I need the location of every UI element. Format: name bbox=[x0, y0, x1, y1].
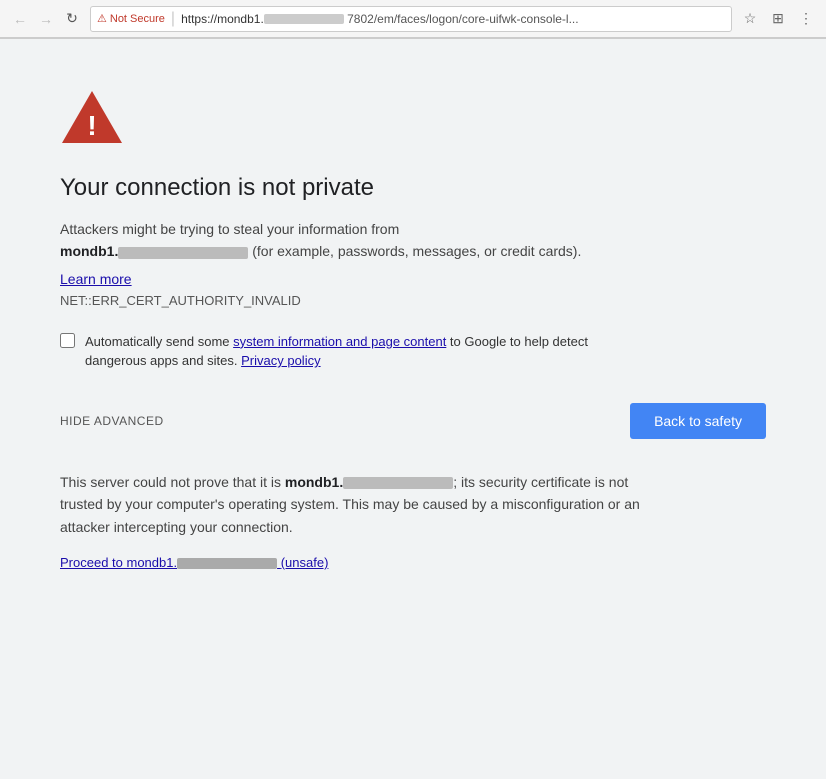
advanced-description: This server could not prove that it is m… bbox=[60, 471, 640, 538]
warning-triangle-graphic: ! bbox=[60, 89, 124, 145]
address-path: 7802/em/faces/logon/core-uifwk-console-l… bbox=[347, 12, 578, 26]
description-line2: (for example, passwords, messages, or cr… bbox=[252, 243, 581, 259]
advanced-hostname: mondb1. bbox=[285, 474, 453, 490]
not-secure-label: Not Secure bbox=[110, 13, 165, 25]
page-heading: Your connection is not private bbox=[60, 174, 766, 202]
security-warning: ⚠ Not Secure bbox=[97, 12, 165, 25]
forward-button[interactable]: → bbox=[34, 7, 58, 31]
page-content: ! Your connection is not private Attacke… bbox=[0, 39, 826, 779]
address-bar[interactable]: ⚠ Not Secure | https://mondb1. 7802/em/f… bbox=[90, 6, 732, 32]
error-code: NET::ERR_CERT_AUTHORITY_INVALID bbox=[60, 293, 766, 308]
bookmark-star-button[interactable]: ☆ bbox=[738, 7, 762, 31]
checkbox-label: Automatically send some system informati… bbox=[85, 332, 640, 371]
warning-triangle-icon: ⚠ bbox=[97, 12, 107, 25]
address-text: https://mondb1. 7802/em/faces/logon/core… bbox=[181, 12, 725, 26]
reload-button[interactable]: ↻ bbox=[60, 7, 84, 31]
system-info-link[interactable]: system information and page content bbox=[233, 334, 446, 349]
advanced-text-pre: This server could not prove that it is bbox=[60, 474, 285, 490]
actions-row: HIDE ADVANCED Back to safety bbox=[60, 403, 766, 439]
proceed-blurred bbox=[177, 558, 277, 569]
extension-button[interactable]: ⊞ bbox=[766, 7, 790, 31]
browser-chrome: ← → ↻ ⚠ Not Secure | https://mondb1. 780… bbox=[0, 0, 826, 39]
checkbox-text-before: Automatically send some bbox=[85, 334, 233, 349]
nav-buttons: ← → ↻ bbox=[8, 7, 84, 31]
proceed-link[interactable]: Proceed to mondb1. (unsafe) bbox=[60, 555, 328, 570]
proceed-suffix: (unsafe) bbox=[281, 555, 329, 570]
learn-more-link[interactable]: Learn more bbox=[60, 271, 766, 287]
send-info-checkbox[interactable] bbox=[60, 333, 75, 348]
toolbar-icons: ☆ ⊞ ⋮ bbox=[738, 7, 818, 31]
address-separator: | bbox=[171, 10, 175, 28]
back-button[interactable]: ← bbox=[8, 7, 32, 31]
browser-toolbar: ← → ↻ ⚠ Not Secure | https://mondb1. 780… bbox=[0, 0, 826, 38]
hostname-label: mondb1. bbox=[60, 243, 248, 259]
address-domain: https://mondb1. bbox=[181, 12, 344, 26]
checkbox-row: Automatically send some system informati… bbox=[60, 332, 640, 371]
privacy-policy-link[interactable]: Privacy policy bbox=[241, 353, 320, 368]
hide-advanced-button[interactable]: HIDE ADVANCED bbox=[60, 414, 164, 428]
description-line1: Attackers might be trying to steal your … bbox=[60, 221, 399, 237]
svg-text:!: ! bbox=[87, 110, 96, 141]
back-to-safety-button[interactable]: Back to safety bbox=[630, 403, 766, 439]
description-text: Attackers might be trying to steal your … bbox=[60, 218, 640, 263]
proceed-prefix: Proceed to mondb1. bbox=[60, 555, 177, 570]
menu-button[interactable]: ⋮ bbox=[794, 7, 818, 31]
advanced-section: This server could not prove that it is m… bbox=[60, 471, 640, 572]
